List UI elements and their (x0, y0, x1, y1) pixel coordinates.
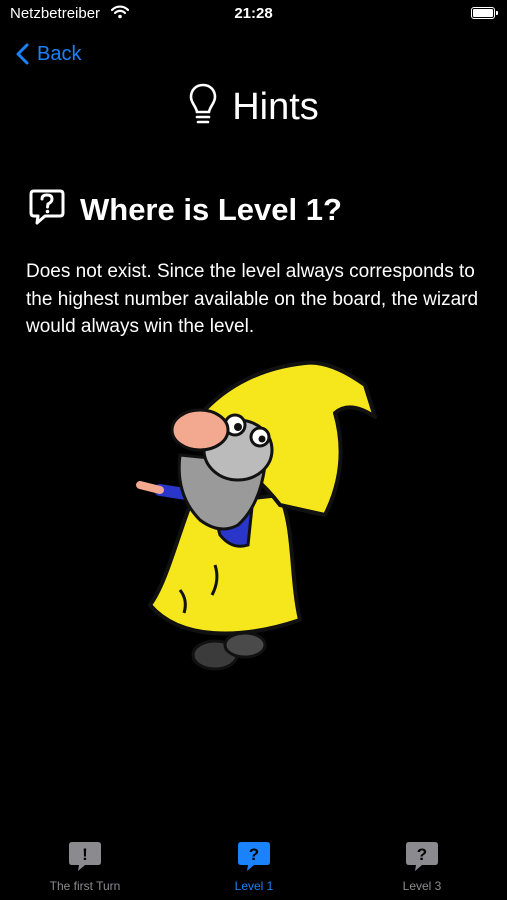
question-bubble-icon: ? (238, 842, 270, 871)
tab-the-first-turn[interactable]: ! The first Turn (5, 842, 165, 893)
svg-text:?: ? (417, 845, 427, 864)
lightbulb-icon (188, 82, 218, 133)
svg-text:?: ? (249, 845, 259, 864)
tab-level-1[interactable]: ? Level 1 (174, 842, 334, 893)
chevron-left-icon (16, 43, 29, 65)
svg-text:!: ! (82, 845, 88, 864)
question-bubble-icon: ? (406, 842, 438, 871)
back-label: Back (37, 42, 82, 65)
tab-level-3[interactable]: ? Level 3 (342, 842, 502, 893)
battery-icon (471, 7, 498, 19)
question-bubble-icon (28, 188, 66, 231)
hint-body: Does not exist. Since the level always c… (26, 261, 479, 337)
hint-heading-row: Where is Level 1? (28, 188, 342, 231)
tab-bar: ! The first Turn ? Level 1 ? Level 3 (0, 842, 507, 900)
exclamation-bubble-icon: ! (69, 842, 101, 871)
back-button[interactable]: Back (16, 40, 81, 68)
wizard-illustration (120, 355, 385, 700)
page-header: Hints (0, 82, 507, 133)
hint-heading: Where is Level 1? (80, 191, 342, 227)
tab-label: The first Turn (49, 879, 121, 893)
page-title: Hints (232, 86, 319, 128)
status-bar: Netzbetreiber 21:28 (0, 0, 507, 28)
tab-label: Level 3 (402, 879, 442, 893)
tab-label: Level 1 (234, 879, 274, 893)
status-time: 21:28 (234, 5, 273, 22)
